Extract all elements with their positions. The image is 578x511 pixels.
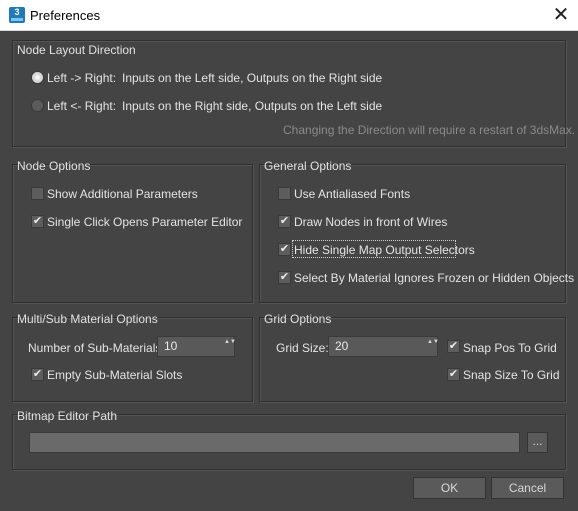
browse-button[interactable]: ... xyxy=(527,432,548,453)
antialiased-fonts-label[interactable]: Use Antialiased Fonts xyxy=(294,187,410,201)
sub-material-count-spinner[interactable]: 10 ▲▼ xyxy=(157,336,236,357)
close-icon[interactable]: ✕ xyxy=(550,4,572,26)
node-options-title: Node Options xyxy=(17,159,91,173)
snap-pos-label[interactable]: Snap Pos To Grid xyxy=(463,341,557,355)
antialiased-fonts-checkbox[interactable] xyxy=(278,187,291,200)
single-click-editor-label[interactable]: Single Click Opens Parameter Editor xyxy=(47,215,242,229)
hide-single-map-checkbox[interactable]: ✔ xyxy=(278,243,291,256)
empty-slots-label[interactable]: Empty Sub-Material Slots xyxy=(47,368,182,382)
hide-single-map-label[interactable]: Hide Single Map Output Selectors xyxy=(294,243,475,257)
spinner-arrows-icon[interactable]: ▲▼ xyxy=(224,339,236,346)
snap-size-label[interactable]: Snap Size To Grid xyxy=(463,368,560,382)
draw-nodes-front-checkbox[interactable]: ✔ xyxy=(278,215,291,228)
bitmap-path-input[interactable] xyxy=(29,432,520,453)
grid-options-group xyxy=(259,317,566,402)
ok-button[interactable]: OK xyxy=(413,477,486,499)
grid-options-title: Grid Options xyxy=(264,312,332,326)
grid-size-value[interactable]: 20 xyxy=(335,339,348,353)
grid-size-label: Grid Size: xyxy=(276,341,329,355)
grid-size-spinner[interactable]: 20 ▲▼ xyxy=(328,336,439,357)
sub-material-count-value[interactable]: 10 xyxy=(164,339,177,353)
radio-left-to-right[interactable] xyxy=(31,71,44,84)
radio-right-to-left-desc: Inputs on the Right side, Outputs on the… xyxy=(122,99,383,113)
multisub-group xyxy=(12,317,253,402)
cancel-button[interactable]: Cancel xyxy=(491,477,564,499)
snap-size-checkbox[interactable]: ✔ xyxy=(447,368,460,381)
general-options-title: General Options xyxy=(264,159,352,173)
show-additional-params-label[interactable]: Show Additional Parameters xyxy=(47,187,198,201)
single-click-editor-checkbox[interactable]: ✔ xyxy=(31,215,44,228)
node-options-group xyxy=(12,164,253,303)
empty-slots-checkbox[interactable]: ✔ xyxy=(31,368,44,381)
bitmap-path-title: Bitmap Editor Path xyxy=(17,409,118,423)
snap-pos-checkbox[interactable]: ✔ xyxy=(447,340,460,353)
select-by-material-label[interactable]: Select By Material Ignores Frozen or Hid… xyxy=(294,271,574,285)
radio-left-to-right-desc: Inputs on the Left side, Outputs on the … xyxy=(122,71,383,85)
radio-right-to-left-label[interactable]: Left <- Right: xyxy=(47,99,116,113)
app-icon: 3 xyxy=(9,7,25,23)
app-icon-label: 3 xyxy=(14,7,20,17)
layout-direction-title: Node Layout Direction xyxy=(17,43,136,57)
radio-right-to-left[interactable] xyxy=(31,99,44,112)
sub-material-count-label: Number of Sub-Materials: xyxy=(28,341,165,355)
select-by-material-checkbox[interactable]: ✔ xyxy=(278,271,291,284)
draw-nodes-front-label[interactable]: Draw Nodes in front of Wires xyxy=(294,215,447,229)
title-bar: 3 Preferences ✕ xyxy=(0,0,578,31)
spinner-arrows-icon[interactable]: ▲▼ xyxy=(427,339,439,346)
show-additional-params-checkbox[interactable] xyxy=(31,187,44,200)
window-title: Preferences xyxy=(30,8,101,23)
restart-hint: Changing the Direction will require a re… xyxy=(283,123,576,137)
multisub-title: Multi/Sub Material Options xyxy=(17,312,158,326)
radio-left-to-right-label[interactable]: Left -> Right: xyxy=(47,71,116,85)
